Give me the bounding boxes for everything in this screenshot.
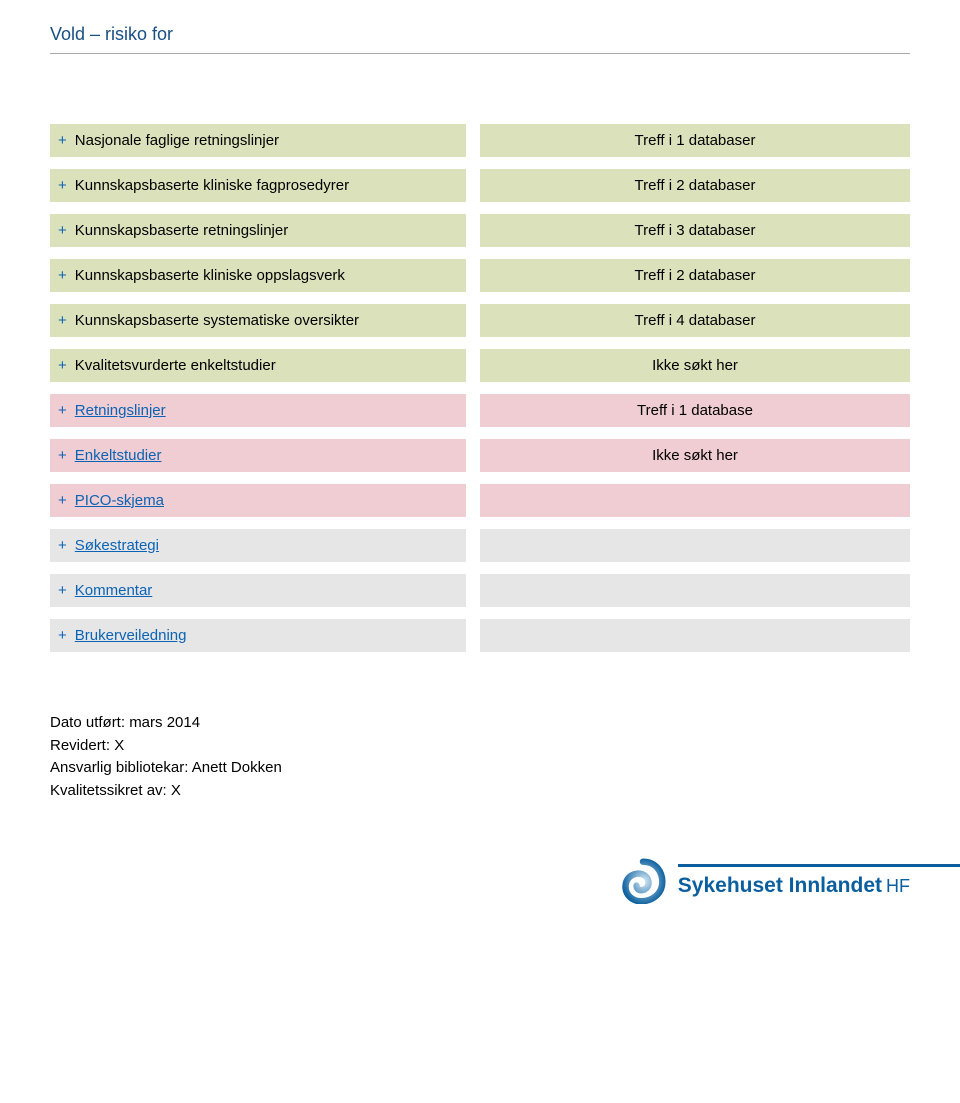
row-label: Kunnskapsbaserte systematiske oversikter — [75, 312, 359, 329]
plus-icon: + — [58, 267, 67, 284]
list-row: + PICO-skjema — [50, 484, 910, 517]
plus-icon: + — [58, 492, 67, 509]
row-link[interactable]: Søkestrategi — [75, 537, 159, 554]
plus-icon: + — [58, 447, 67, 464]
row-label-cell: + Kunnskapsbaserte retningslinjer — [50, 214, 466, 247]
row-label-cell: + Kunnskapsbaserte kliniske fagprosedyre… — [50, 169, 466, 202]
row-value — [480, 619, 910, 652]
row-value: Treff i 1 databaser — [480, 124, 910, 157]
logo-divider — [678, 864, 960, 867]
plus-icon: + — [58, 222, 67, 239]
page-title: Vold – risiko for — [50, 24, 910, 54]
list-row: + Nasjonale faglige retningslinjer Treff… — [50, 124, 910, 157]
row-value: Treff i 4 databaser — [480, 304, 910, 337]
row-label: Kunnskapsbaserte retningslinjer — [75, 222, 288, 239]
row-link[interactable]: PICO-skjema — [75, 492, 164, 509]
row-label: Nasjonale faglige retningslinjer — [75, 132, 279, 149]
list-row: + Søkestrategi — [50, 529, 910, 562]
plus-icon: + — [58, 177, 67, 194]
list-row: + Kunnskapsbaserte kliniske fagprosedyre… — [50, 169, 910, 202]
row-label-cell: + Kunnskapsbaserte systematiske oversikt… — [50, 304, 466, 337]
plus-icon: + — [58, 537, 67, 554]
row-link[interactable]: Retningslinjer — [75, 402, 166, 419]
footer-line: Ansvarlig bibliotekar: Anett Dokken — [50, 757, 910, 780]
row-label-cell: + Kommentar — [50, 574, 466, 607]
row-label-cell: + PICO-skjema — [50, 484, 466, 517]
swirl-icon — [620, 858, 666, 904]
list-row: + Kunnskapsbaserte retningslinjer Treff … — [50, 214, 910, 247]
footer-line: Revidert: X — [50, 735, 910, 758]
row-link[interactable]: Enkeltstudier — [75, 447, 162, 464]
row-value: Treff i 3 databaser — [480, 214, 910, 247]
row-value: Treff i 2 databaser — [480, 169, 910, 202]
logo-area: Sykehuset InnlandetHF — [50, 858, 910, 904]
plus-icon: + — [58, 402, 67, 419]
logo-text: Sykehuset InnlandetHF — [678, 874, 910, 897]
plus-icon: + — [58, 312, 67, 329]
row-label: Kunnskapsbaserte kliniske fagprosedyrer — [75, 177, 349, 194]
row-value: Ikke søkt her — [480, 349, 910, 382]
row-label-cell: + Enkeltstudier — [50, 439, 466, 472]
row-label-cell: + Kunnskapsbaserte kliniske oppslagsverk — [50, 259, 466, 292]
plus-icon: + — [58, 627, 67, 644]
list-row: + Enkeltstudier Ikke søkt her — [50, 439, 910, 472]
row-label: Kunnskapsbaserte kliniske oppslagsverk — [75, 267, 345, 284]
list-row: + Kvalitetsvurderte enkeltstudier Ikke s… — [50, 349, 910, 382]
footer-line: Dato utført: mars 2014 — [50, 712, 910, 735]
row-label-cell: + Brukerveiledning — [50, 619, 466, 652]
footer-line: Kvalitetssikret av: X — [50, 780, 910, 803]
plus-icon: + — [58, 132, 67, 149]
footer-metadata: Dato utført: mars 2014 Revidert: X Ansva… — [50, 712, 910, 802]
row-link[interactable]: Brukerveiledning — [75, 627, 187, 644]
plus-icon: + — [58, 357, 67, 374]
list-row: + Retningslinjer Treff i 1 database — [50, 394, 910, 427]
row-label-cell: + Nasjonale faglige retningslinjer — [50, 124, 466, 157]
row-value — [480, 529, 910, 562]
org-logo: Sykehuset InnlandetHF — [620, 858, 910, 904]
row-value — [480, 574, 910, 607]
result-list: + Nasjonale faglige retningslinjer Treff… — [50, 124, 910, 652]
row-value: Treff i 1 database — [480, 394, 910, 427]
row-label: Kvalitetsvurderte enkeltstudier — [75, 357, 276, 374]
list-row: + Brukerveiledning — [50, 619, 910, 652]
row-label-cell: + Søkestrategi — [50, 529, 466, 562]
row-link[interactable]: Kommentar — [75, 582, 153, 599]
row-value — [480, 484, 910, 517]
row-value: Ikke søkt her — [480, 439, 910, 472]
row-label-cell: + Retningslinjer — [50, 394, 466, 427]
list-row: + Kommentar — [50, 574, 910, 607]
row-value: Treff i 2 databaser — [480, 259, 910, 292]
plus-icon: + — [58, 582, 67, 599]
list-row: + Kunnskapsbaserte systematiske oversikt… — [50, 304, 910, 337]
row-label-cell: + Kvalitetsvurderte enkeltstudier — [50, 349, 466, 382]
list-row: + Kunnskapsbaserte kliniske oppslagsverk… — [50, 259, 910, 292]
